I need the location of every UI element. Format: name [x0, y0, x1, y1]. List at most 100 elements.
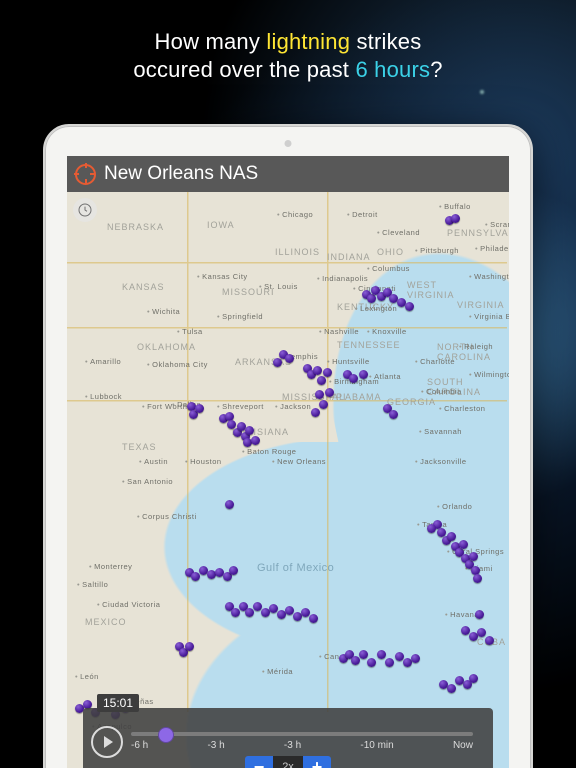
lightning-strike-marker: [311, 408, 320, 417]
state-label: VIRGINIA: [457, 300, 505, 310]
lightning-strike-marker: [447, 684, 456, 693]
lightning-strike-marker: [319, 400, 328, 409]
headline-part1: How many: [155, 29, 267, 54]
city-label: Charlotte: [415, 357, 455, 366]
state-label: MEXICO: [85, 617, 127, 627]
city-label: Corpus Christi: [137, 512, 197, 521]
city-label: Columbia: [421, 387, 462, 396]
lightning-strike-marker: [313, 366, 322, 375]
lightning-strike-marker: [475, 610, 484, 619]
state-label: OKLAHOMA: [137, 342, 196, 352]
city-label: Scranton: [485, 220, 509, 229]
city-label: St. Louis: [259, 282, 298, 291]
lightning-strike-marker: [225, 500, 234, 509]
city-label: Buffalo: [439, 202, 471, 211]
state-label: KANSAS: [122, 282, 165, 292]
city-label: San Antonio: [122, 477, 173, 486]
city-label: Kansas City: [197, 272, 248, 281]
city-label: León: [75, 672, 99, 681]
city-label: Wilmington: [469, 370, 509, 379]
city-label: Washington: [469, 272, 509, 281]
lightning-strike-marker: [439, 680, 448, 689]
location-title[interactable]: New Orleans NAS: [104, 163, 258, 185]
time-tick-label: Now: [453, 740, 473, 751]
state-label: IOWA: [207, 220, 235, 230]
lightning-strike-marker: [359, 370, 368, 379]
lightning-strike-marker: [427, 524, 436, 533]
speed-control: − 2x +: [245, 756, 331, 768]
lightning-strike-marker: [411, 654, 420, 663]
lightning-strike-marker: [273, 358, 282, 367]
app-header: New Orleans NAS: [67, 156, 509, 192]
lightning-strike-marker: [325, 388, 334, 397]
lightning-strike-marker: [485, 636, 494, 645]
tablet-camera: [285, 140, 292, 147]
lightning-strike-marker: [317, 376, 326, 385]
state-label: TEXAS: [122, 442, 157, 452]
lightning-strike-marker: [229, 566, 238, 575]
time-slider-track[interactable]: [131, 732, 473, 736]
city-label: Indianapolis: [317, 274, 368, 283]
city-label: Austin: [139, 457, 168, 466]
city-label: Lexington: [355, 304, 397, 313]
headline-part4: ?: [430, 57, 442, 82]
speed-increase-button[interactable]: +: [303, 756, 331, 768]
city-label: Orlando: [437, 502, 472, 511]
city-label: Savannah: [419, 427, 462, 436]
lightning-strike-marker: [315, 390, 324, 399]
headline-lightning: lightning: [266, 29, 350, 54]
lightning-strike-marker: [463, 680, 472, 689]
city-label: Shreveport: [217, 402, 264, 411]
tablet-device-frame: New Orleans NAS NEBRASKAIOWAKANSASMISSOU…: [43, 124, 533, 768]
city-label: Charleston: [439, 404, 485, 413]
city-label: Houston: [185, 457, 222, 466]
lightning-strike-marker: [477, 628, 486, 637]
city-label: Oklahoma City: [147, 360, 208, 369]
state-label: ILLINOIS: [275, 247, 320, 257]
time-tick-label: -3 h: [207, 740, 224, 751]
city-label: Nashville: [319, 327, 359, 336]
tablet-screen: New Orleans NAS NEBRASKAIOWAKANSASMISSOU…: [67, 156, 509, 768]
lightning-strike-marker: [195, 404, 204, 413]
lightning-strike-marker: [385, 658, 394, 667]
city-label: Lubbock: [85, 392, 122, 401]
lightning-strike-marker: [349, 374, 358, 383]
speed-decrease-button[interactable]: −: [245, 756, 273, 768]
city-label: Saltillo: [77, 580, 108, 589]
city-label: Chicago: [277, 210, 313, 219]
city-label: Ciudad Victoria: [97, 600, 160, 609]
state-label: GEORGIA: [387, 397, 436, 407]
lightning-strike-marker: [473, 574, 482, 583]
map[interactable]: NEBRASKAIOWAKANSASMISSOURIILLINOISINDIAN…: [67, 192, 509, 768]
history-clock-button[interactable]: [73, 198, 97, 222]
city-label: Philadelphia: [475, 244, 509, 253]
headline: How many lightning strikes occured over …: [0, 28, 576, 83]
lightning-strike-marker: [231, 608, 240, 617]
lightning-strike-marker: [469, 552, 478, 561]
state-label: INDIANA: [327, 252, 371, 262]
lightning-strike-marker: [323, 368, 332, 377]
city-label: Cleveland: [377, 228, 420, 237]
city-label: Virginia Beach: [469, 312, 509, 321]
lightning-strike-marker: [185, 642, 194, 651]
lightning-strike-marker: [447, 532, 456, 541]
city-label: Jacksonville: [415, 457, 467, 466]
clock-icon: [77, 202, 93, 218]
play-button[interactable]: [91, 726, 123, 758]
city-label: Knoxville: [367, 327, 407, 336]
location-target-icon[interactable]: [75, 164, 96, 185]
city-label: Mérida: [262, 667, 293, 676]
city-label: Huntsville: [327, 357, 370, 366]
headline-part3: occured over the past: [133, 57, 355, 82]
lightning-strike-marker: [245, 426, 254, 435]
time-display: 15:01: [97, 694, 139, 712]
city-label: Detroit: [347, 210, 378, 219]
state-label: WESTVIRGINIA: [407, 280, 455, 300]
city-label: New Orleans: [272, 457, 326, 466]
lightning-strike-marker: [191, 572, 200, 581]
time-tick-label: -3 h: [284, 740, 301, 751]
lightning-strike-marker: [359, 650, 368, 659]
speed-value: 2x: [273, 756, 303, 768]
lightning-strike-marker: [245, 608, 254, 617]
headline-hours: 6 hours: [355, 57, 430, 82]
